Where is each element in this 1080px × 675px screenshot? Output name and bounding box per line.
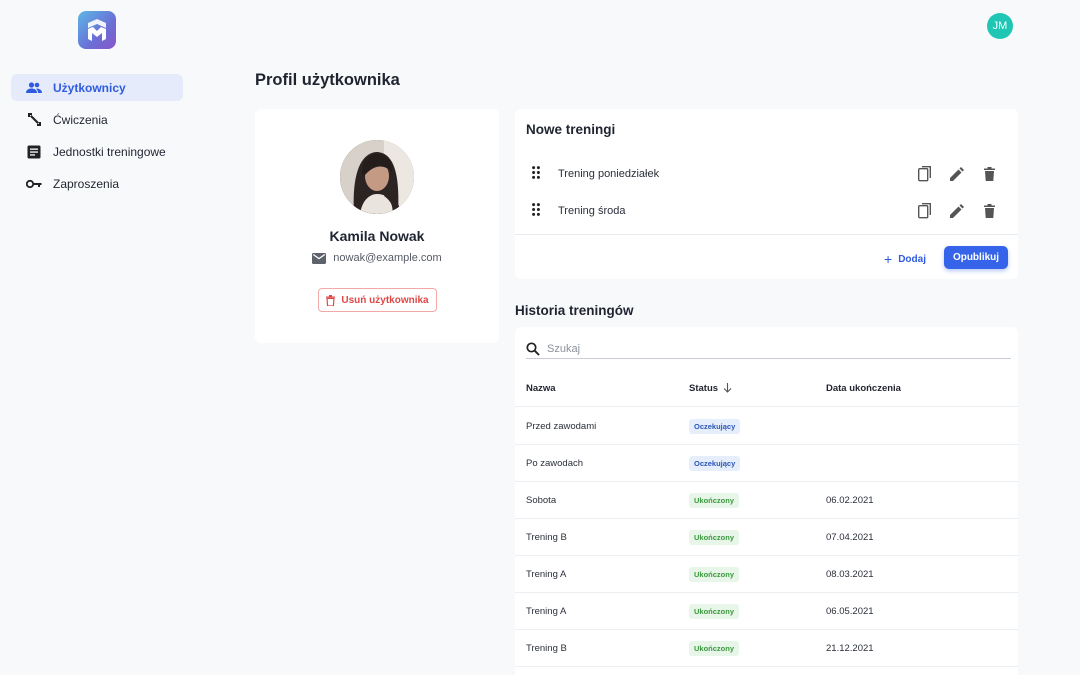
add-label: Dodaj (898, 253, 926, 265)
drag-handle-icon[interactable] (532, 166, 540, 184)
search-input[interactable] (547, 342, 967, 355)
profile-email-text: nowak@example.com (333, 252, 442, 264)
row-status: Oczekujący (689, 445, 741, 481)
search-bar (526, 339, 1011, 359)
row-name: Trening A (526, 568, 567, 580)
status-badge: Ukończony (689, 603, 740, 619)
table-row[interactable]: Sobota Ukończony 06.02.2021 (515, 482, 1018, 519)
copy-icon[interactable] (916, 202, 934, 220)
sidebar-item-label: Użytkownicy (53, 80, 126, 95)
drag-handle-icon[interactable] (532, 203, 540, 221)
edit-icon[interactable] (948, 165, 966, 183)
sidebar-item-label: Ćwiczenia (53, 112, 108, 127)
column-date[interactable]: Data ukończenia (826, 370, 901, 406)
row-name: Sobota (526, 494, 557, 506)
delete-icon[interactable] (980, 165, 998, 183)
status-badge: Ukończony (689, 640, 740, 656)
column-name[interactable]: Nazwa (526, 370, 556, 406)
user-avatar[interactable]: JM (987, 13, 1013, 39)
row-date: 06.02.2021 (826, 494, 874, 506)
training-label: Trening środa (558, 204, 626, 217)
profile-name: Kamila Nowak (329, 228, 425, 244)
status-badge: Oczekujący (689, 418, 741, 434)
key-icon (26, 176, 42, 192)
history-title: Historia treningów (515, 303, 634, 318)
sidebar-item-invitations[interactable]: Zaproszenia (11, 170, 183, 197)
history-card: Nazwa Status Data ukończenia Przed zawod… (515, 327, 1018, 675)
row-status: Ukończony (689, 556, 740, 592)
profile-email: nowak@example.com (255, 252, 499, 264)
divider (515, 234, 1018, 235)
document-icon (26, 144, 42, 160)
row-date: 21.12.2021 (826, 642, 874, 654)
status-badge: Ukończony (689, 492, 740, 508)
sidebar-item-label: Zaproszenia (53, 176, 120, 191)
publish-button[interactable]: Opublikuj (944, 246, 1008, 269)
column-status[interactable]: Status (689, 370, 732, 406)
logo-icon (88, 19, 106, 41)
status-badge: Ukończony (689, 529, 740, 545)
row-date: 07.04.2021 (826, 531, 874, 543)
plus-icon: + (884, 251, 893, 267)
profile-card: Kamila Nowak nowak@example.com Usuń użyt… (255, 109, 499, 343)
training-label: Trening poniedziałek (558, 167, 660, 180)
search-icon (526, 341, 540, 356)
remove-user-label: Usuń użytkownika (341, 294, 429, 306)
table-row[interactable]: Trening B Ukończony 21.12.2021 (515, 630, 1018, 667)
row-status: Ukończony (689, 519, 740, 555)
sidebar-item-label: Jednostki treningowe (53, 144, 166, 159)
sidebar: Użytkownicy Ćwiczenia Jednostki treningo… (11, 74, 183, 202)
profile-photo (340, 140, 414, 214)
row-date: 06.05.2021 (826, 605, 874, 617)
trash-icon (326, 294, 336, 306)
row-status: Ukończony (689, 593, 740, 629)
edit-icon[interactable] (948, 202, 966, 220)
table-header: Nazwa Status Data ukończenia (515, 370, 1018, 407)
status-badge: Ukończony (689, 566, 740, 582)
copy-icon[interactable] (916, 165, 934, 183)
app-logo[interactable] (78, 11, 116, 49)
row-name: Po zawodach (526, 457, 584, 469)
row-status: Ukończony (689, 482, 740, 518)
sidebar-item-users[interactable]: Użytkownicy (11, 74, 183, 101)
table-row[interactable]: Przed zawodami Oczekujący (515, 408, 1018, 445)
row-name: Przed zawodami (526, 420, 597, 432)
row-name: Trening B (526, 531, 567, 543)
list-item[interactable]: Trening poniedziałek (515, 155, 1018, 192)
row-status: Oczekujący (689, 408, 741, 444)
table-row[interactable]: Po zawodach Oczekujący (515, 445, 1018, 482)
delete-icon[interactable] (980, 202, 998, 220)
sidebar-item-training-units[interactable]: Jednostki treningowe (11, 138, 183, 165)
add-training-button[interactable]: + Dodaj (884, 251, 926, 267)
new-trainings-card: Nowe treningi Trening poniedziałek Treni… (515, 109, 1018, 279)
new-trainings-title: Nowe treningi (526, 122, 616, 137)
row-status: Ukończony (689, 630, 740, 666)
remove-user-button[interactable]: Usuń użytkownika (318, 288, 437, 312)
arrow-down-icon[interactable] (723, 383, 732, 393)
row-name: Trening B (526, 642, 567, 654)
users-icon (26, 80, 42, 96)
table-row[interactable]: Trening A Ukończony 06.05.2021 (515, 593, 1018, 630)
row-date: 08.03.2021 (826, 568, 874, 580)
sidebar-item-exercises[interactable]: Ćwiczenia (11, 106, 183, 133)
table-row[interactable]: Trening B Ukończony 07.04.2021 (515, 519, 1018, 556)
page-title: Profil użytkownika (255, 71, 400, 89)
list-item[interactable]: Trening środa (515, 192, 1018, 229)
row-name: Trening A (526, 605, 567, 617)
status-badge: Oczekujący (689, 455, 741, 471)
column-status-label: Status (689, 382, 719, 394)
dumbbell-icon (26, 112, 42, 128)
mail-icon (312, 252, 327, 264)
table-row[interactable]: Trening A Ukończony 08.03.2021 (515, 556, 1018, 593)
